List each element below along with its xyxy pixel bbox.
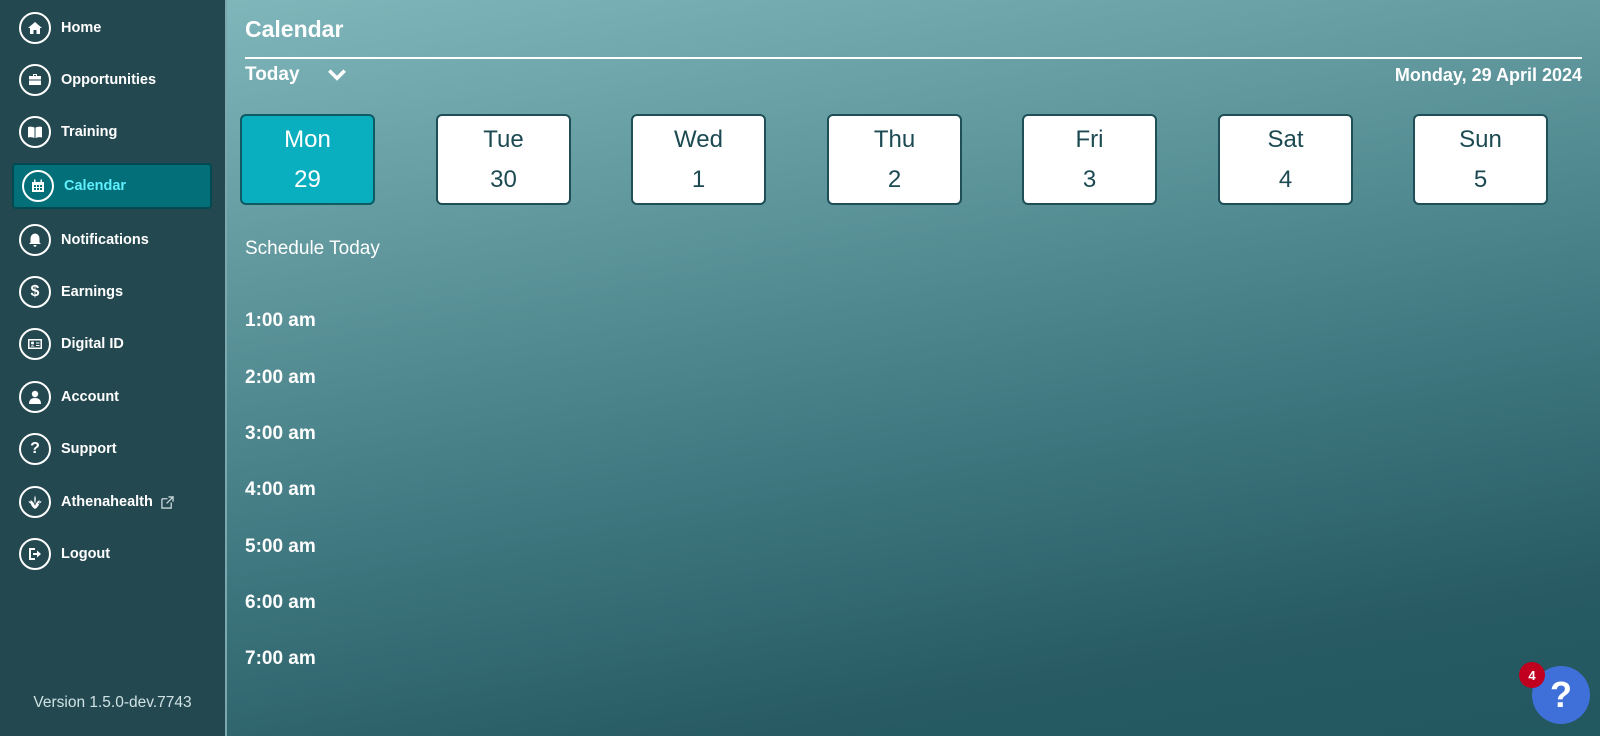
- current-date: Monday, 29 April 2024: [1394, 65, 1582, 85]
- sidebar-item-label: Account: [61, 389, 119, 405]
- day-card-sun[interactable]: Sun 5: [1413, 114, 1548, 205]
- sidebar-item-notifications[interactable]: Notifications: [12, 217, 212, 263]
- version-label: Version 1.5.0-dev.7743: [33, 694, 192, 711]
- day-card-thu[interactable]: Thu 2: [827, 114, 962, 205]
- day-date: 3: [1082, 165, 1097, 193]
- user-icon: [19, 381, 51, 413]
- book-icon: [19, 116, 51, 148]
- dollar-icon: $: [19, 276, 51, 308]
- day-date: 5: [1473, 165, 1488, 193]
- sidebar-item-training[interactable]: Training: [12, 109, 212, 155]
- sidebar-item-digital-id[interactable]: Digital ID: [12, 321, 212, 367]
- external-link-icon: [161, 495, 174, 509]
- day-name: Wed: [674, 125, 723, 153]
- sidebar-item-calendar[interactable]: Calendar: [12, 163, 212, 209]
- range-dropdown-label: Today: [245, 64, 300, 85]
- day-date: 4: [1278, 165, 1293, 193]
- hour-label: 1:00 am: [245, 310, 316, 331]
- day-card-tue[interactable]: Tue 30: [436, 114, 571, 205]
- schedule-heading: Schedule Today: [245, 238, 380, 259]
- logout-icon: [19, 538, 51, 570]
- day-name: Sun: [1459, 125, 1502, 153]
- home-icon: [19, 12, 51, 44]
- bell-icon: [19, 224, 51, 256]
- sidebar-item-label: Digital ID: [61, 336, 124, 352]
- sidebar-item-logout[interactable]: Logout: [12, 531, 212, 577]
- title-divider: [245, 57, 1582, 59]
- question-icon: ?: [19, 433, 51, 465]
- day-name: Thu: [873, 125, 916, 153]
- day-card-wed[interactable]: Wed 1: [631, 114, 766, 205]
- id-card-icon: [19, 328, 51, 360]
- sidebar-item-label: Training: [61, 124, 118, 140]
- day-card-sat[interactable]: Sat 4: [1218, 114, 1353, 205]
- hour-label: 6:00 am: [245, 592, 316, 613]
- briefcase-icon: [19, 64, 51, 96]
- day-date: 29: [294, 165, 321, 193]
- sidebar-item-label: Support: [61, 441, 117, 457]
- calendar-icon: [22, 170, 54, 202]
- day-date: 30: [490, 165, 517, 193]
- hour-label: 5:00 am: [245, 536, 316, 557]
- leaf-icon: [19, 486, 51, 518]
- sidebar-item-earnings[interactable]: $ Earnings: [12, 269, 212, 315]
- day-date: 2: [887, 165, 902, 193]
- sidebar-item-label: Calendar: [64, 178, 127, 194]
- day-card-mon[interactable]: Mon 29: [240, 114, 375, 205]
- chevron-down-icon: [327, 69, 346, 81]
- sidebar-item-opportunities[interactable]: Opportunities: [12, 57, 212, 103]
- day-name: Mon: [284, 125, 331, 153]
- day-name: Tue: [483, 125, 524, 153]
- sidebar-item-label: Earnings: [61, 284, 124, 300]
- sidebar-item-label: Notifications: [61, 232, 149, 248]
- hour-label: 3:00 am: [245, 423, 316, 444]
- sidebar-item-athenahealth[interactable]: Athenahealth: [12, 479, 212, 525]
- help-badge: 4: [1519, 662, 1545, 688]
- sidebar-item-label: Home: [61, 20, 102, 36]
- sidebar-item-label: Athenahealth: [61, 494, 153, 510]
- hour-label: 2:00 am: [245, 367, 316, 388]
- page-title: Calendar: [245, 16, 344, 42]
- range-dropdown[interactable]: Today: [245, 64, 348, 86]
- day-name: Sat: [1267, 125, 1304, 153]
- help-question-icon: ?: [1550, 674, 1572, 715]
- sidebar-item-label: Logout: [61, 546, 111, 562]
- main-content: Calendar Today Monday, 29 April 2024 Mon…: [227, 0, 1600, 736]
- hour-label: 7:00 am: [245, 648, 316, 669]
- day-card-fri[interactable]: Fri 3: [1022, 114, 1157, 205]
- day-name: Fri: [1075, 125, 1104, 153]
- sidebar: Home Opportunities Training Calendar Not…: [0, 0, 227, 736]
- sidebar-item-account[interactable]: Account: [12, 374, 212, 420]
- day-date: 1: [691, 165, 706, 193]
- sidebar-item-home[interactable]: Home: [12, 5, 212, 51]
- sidebar-item-support[interactable]: ? Support: [12, 426, 212, 472]
- sidebar-item-label: Opportunities: [61, 72, 157, 88]
- hour-label: 4:00 am: [245, 479, 316, 500]
